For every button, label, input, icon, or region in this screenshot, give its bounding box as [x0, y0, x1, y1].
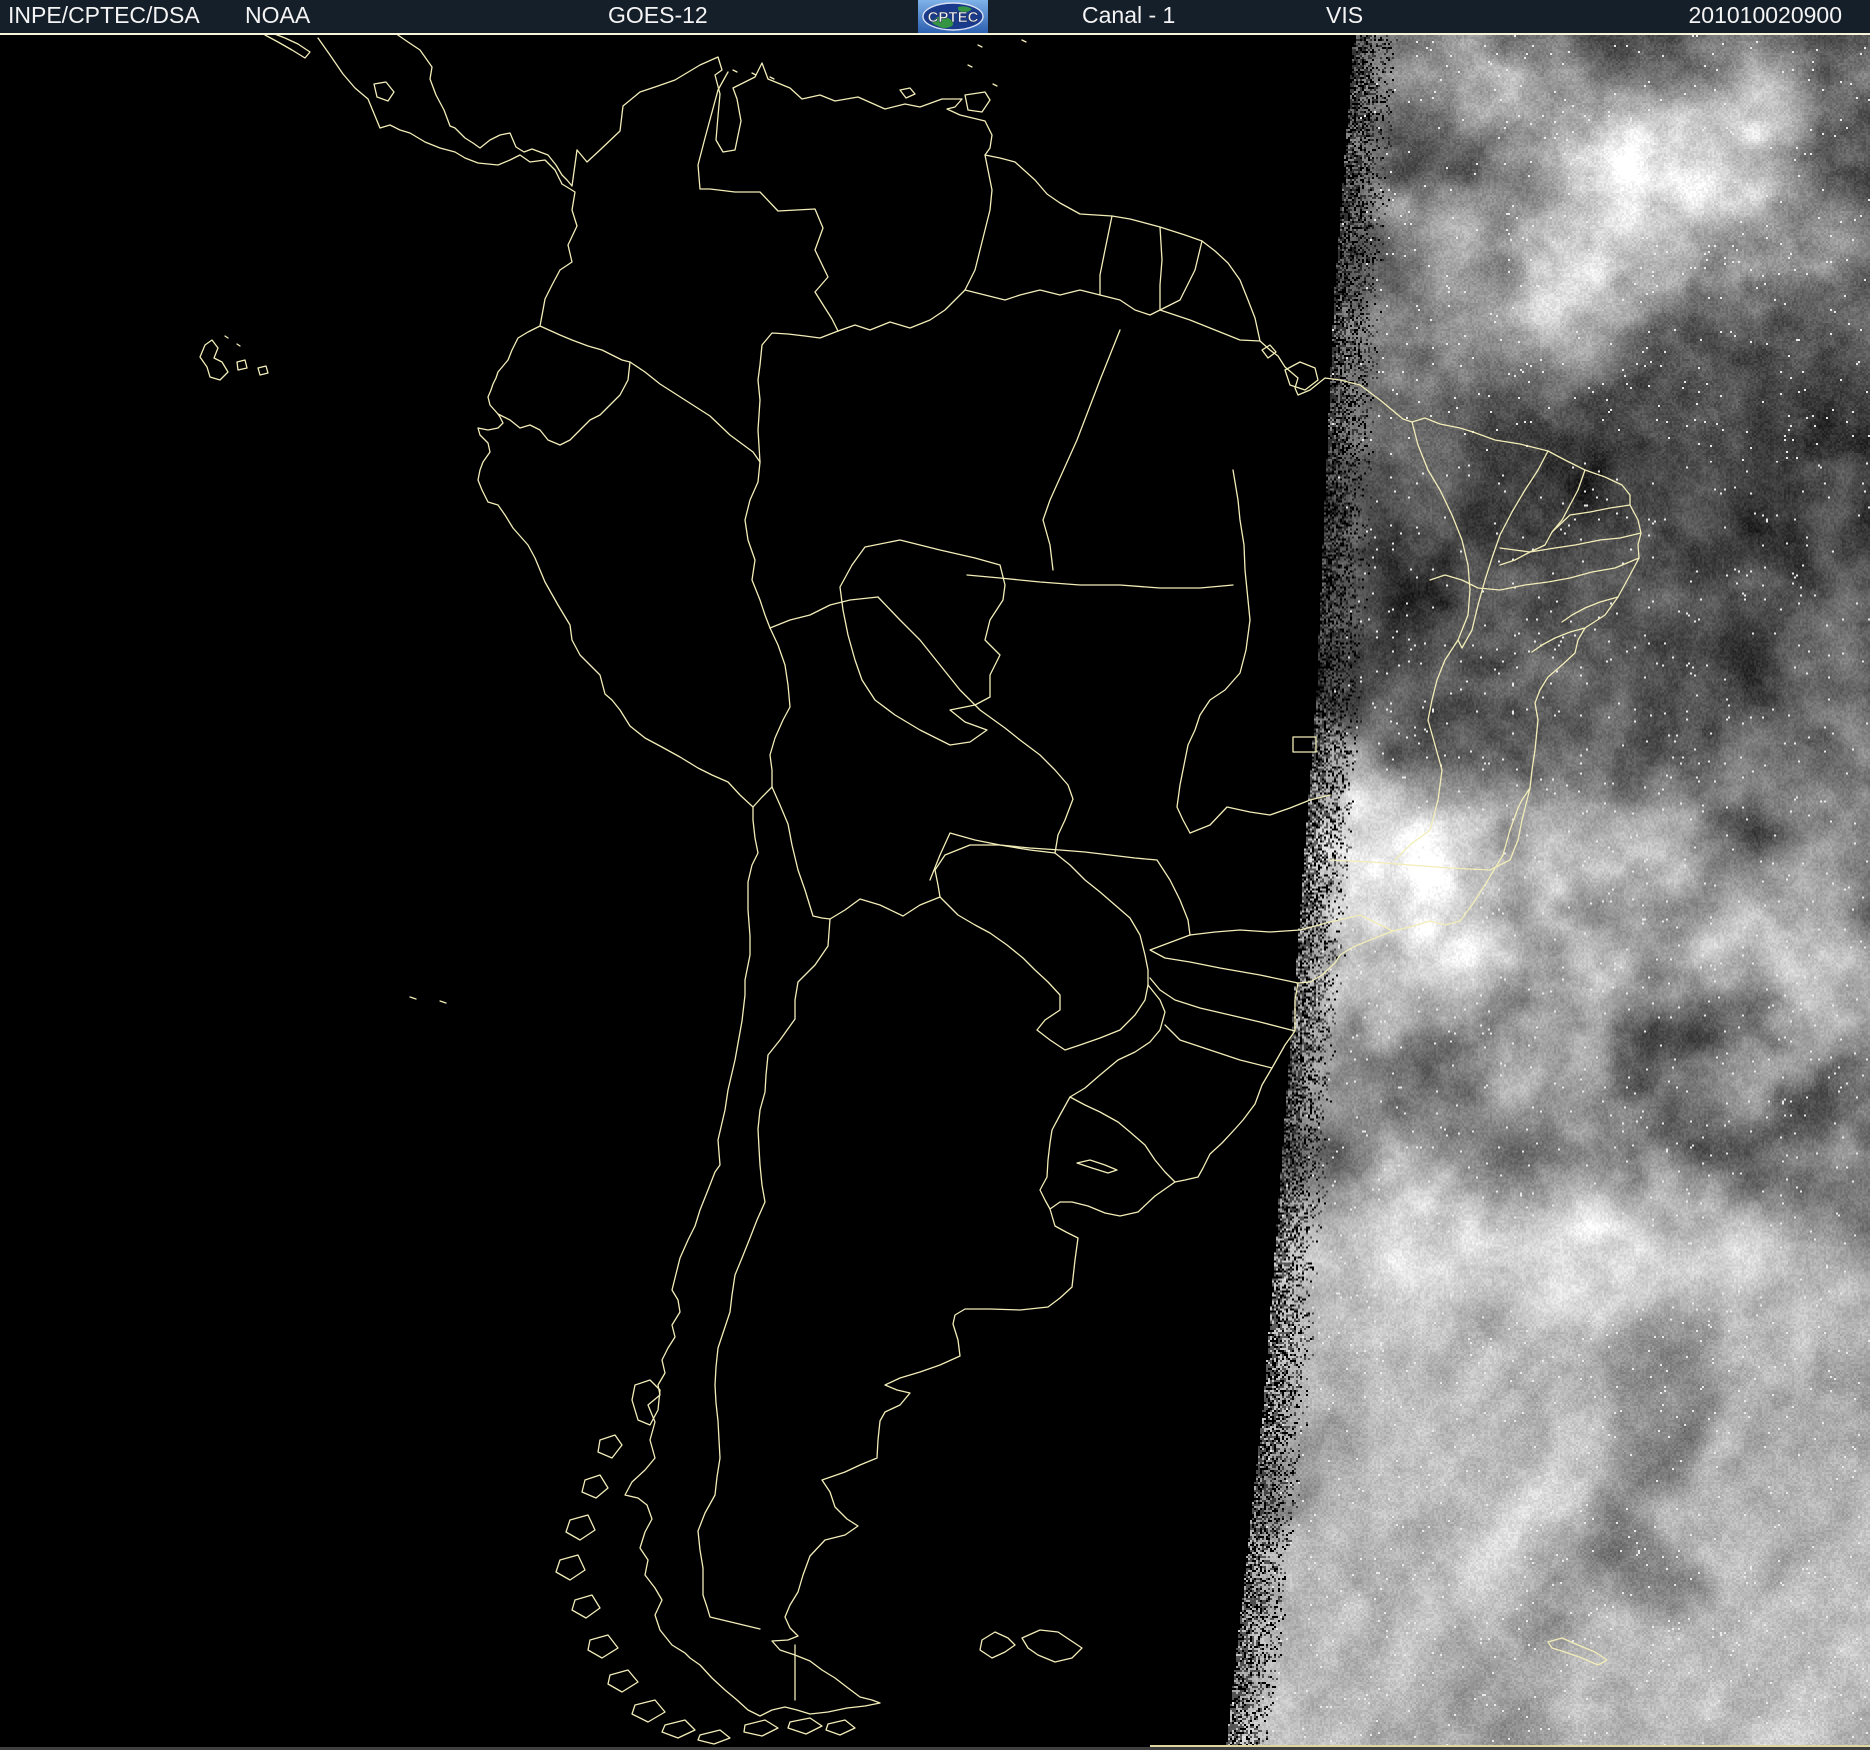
- map-polyline: [697, 918, 831, 1630]
- map-polyline: [837, 289, 966, 332]
- channel-label: Canal - 1: [1082, 2, 1176, 28]
- map-polyline: [964, 91, 991, 113]
- map-polyline: [236, 359, 248, 371]
- map-polyline: [757, 330, 839, 463]
- logo-text: CPTEC: [928, 9, 979, 26]
- map-polyline: [787, 1717, 823, 1735]
- map-polyline: [825, 1719, 856, 1736]
- map-polyline: [977, 44, 983, 48]
- map-polyline: [1429, 557, 1640, 591]
- map-polyline: [581, 1474, 609, 1499]
- map-polyline: [629, 361, 761, 463]
- map-polyline: [565, 1514, 596, 1541]
- map-polyline: [1159, 309, 1261, 342]
- map-polyline: [1499, 532, 1642, 566]
- map-polyline: [1164, 1024, 1273, 1069]
- map-polyline: [257, 365, 269, 376]
- map-polyline: [929, 832, 1191, 936]
- map-polyline: [771, 786, 831, 920]
- map-polyline: [439, 1000, 447, 1004]
- map-bottom-boundary-line: [1150, 1745, 1870, 1747]
- map-polyline: [1042, 329, 1121, 571]
- country-borders-layer: [497, 71, 1261, 1701]
- map-polyline: [829, 896, 941, 920]
- map-polyline: [1069, 1096, 1176, 1183]
- map-polyline: [477, 56, 1642, 1717]
- map-polyline: [1149, 977, 1296, 1032]
- map-polyline: [964, 289, 1161, 316]
- map-polyline: [236, 343, 241, 347]
- islands-layer: [199, 39, 1608, 1745]
- map-polyline: [752, 786, 773, 808]
- map-polyline: [732, 69, 738, 73]
- map-polyline: [1159, 226, 1163, 311]
- map-polyline: [631, 1699, 666, 1723]
- map-polyline: [934, 844, 1056, 898]
- agency-label: INPE/CPTEC/DSA: [8, 2, 200, 28]
- map-polyline: [224, 335, 229, 339]
- map-polyline: [1292, 736, 1317, 753]
- map-polyline: [1551, 504, 1631, 533]
- map-polyline: [571, 1594, 601, 1619]
- map-polyline: [555, 1554, 586, 1581]
- map-polyline: [899, 87, 916, 99]
- satellite-label: GOES-12: [608, 2, 708, 28]
- map-polyline: [1076, 1159, 1118, 1174]
- timestamp-label: 201010020900: [1688, 2, 1843, 28]
- map-polyline: [597, 1434, 623, 1459]
- map-polyline: [497, 361, 631, 446]
- map-polyline: [964, 154, 993, 291]
- map-polyline: [769, 76, 775, 80]
- map-polyline: [1159, 240, 1203, 311]
- satellite-image-page: INPE/CPTEC/DSA NOAA GOES-12 Canal - 1 VI…: [0, 0, 1870, 1750]
- map-polyline: [967, 64, 973, 68]
- map-overlay: [199, 32, 1642, 1745]
- map-polyline: [1054, 852, 1149, 986]
- map-polyline: [1069, 984, 1166, 1098]
- map-polyline: [1261, 344, 1277, 359]
- map-polyline: [697, 1729, 731, 1745]
- map-polyline: [1411, 421, 1471, 721]
- map-polyline: [1189, 794, 1331, 834]
- map-polyline: [939, 896, 1149, 1051]
- map-polyline: [769, 596, 879, 629]
- map-polyline: [1284, 361, 1319, 391]
- map-polyline: [979, 1631, 1016, 1659]
- org-label: NOAA: [245, 2, 311, 28]
- map-polyline: [394, 32, 578, 187]
- map-polyline: [966, 574, 1234, 589]
- map-polyline: [264, 32, 311, 59]
- map-polyline: [1394, 719, 1443, 861]
- map-polyline: [743, 1719, 779, 1737]
- map-polyline: [877, 596, 1074, 854]
- map-polyline: [1149, 934, 1299, 984]
- map-polyline: [992, 83, 998, 87]
- map-polyline: [587, 1634, 619, 1659]
- map-polyline: [1021, 39, 1027, 43]
- cptec-logo: CPTEC: [918, 0, 988, 33]
- map-polyline: [539, 325, 631, 363]
- map-polyline: [1039, 1096, 1071, 1210]
- map-polyline: [607, 1669, 639, 1693]
- map-polyline: [744, 461, 771, 629]
- map-polyline: [751, 72, 757, 76]
- map-polyline: [1189, 914, 1394, 936]
- map-polyline: [373, 81, 395, 102]
- map-polyline: [409, 996, 417, 1000]
- header-underline: [0, 33, 1870, 35]
- map-polyline: [317, 37, 563, 185]
- map-polyline: [1099, 215, 1113, 296]
- map-polyline: [769, 627, 791, 788]
- header-bar: INPE/CPTEC/DSA NOAA GOES-12 Canal - 1 VI…: [0, 0, 1870, 33]
- map-polyline: [1176, 469, 1251, 834]
- coastline-layer: [264, 32, 1642, 1717]
- band-label: VIS: [1326, 2, 1364, 28]
- state-borders-layer: [839, 329, 1642, 1174]
- map-polyline: [1021, 1629, 1083, 1663]
- map-polyline: [199, 339, 229, 381]
- map-polyline: [661, 1719, 696, 1739]
- map-polyline: [1547, 1637, 1608, 1666]
- map-polyline: [1531, 627, 1586, 653]
- map-polyline: [631, 1379, 661, 1426]
